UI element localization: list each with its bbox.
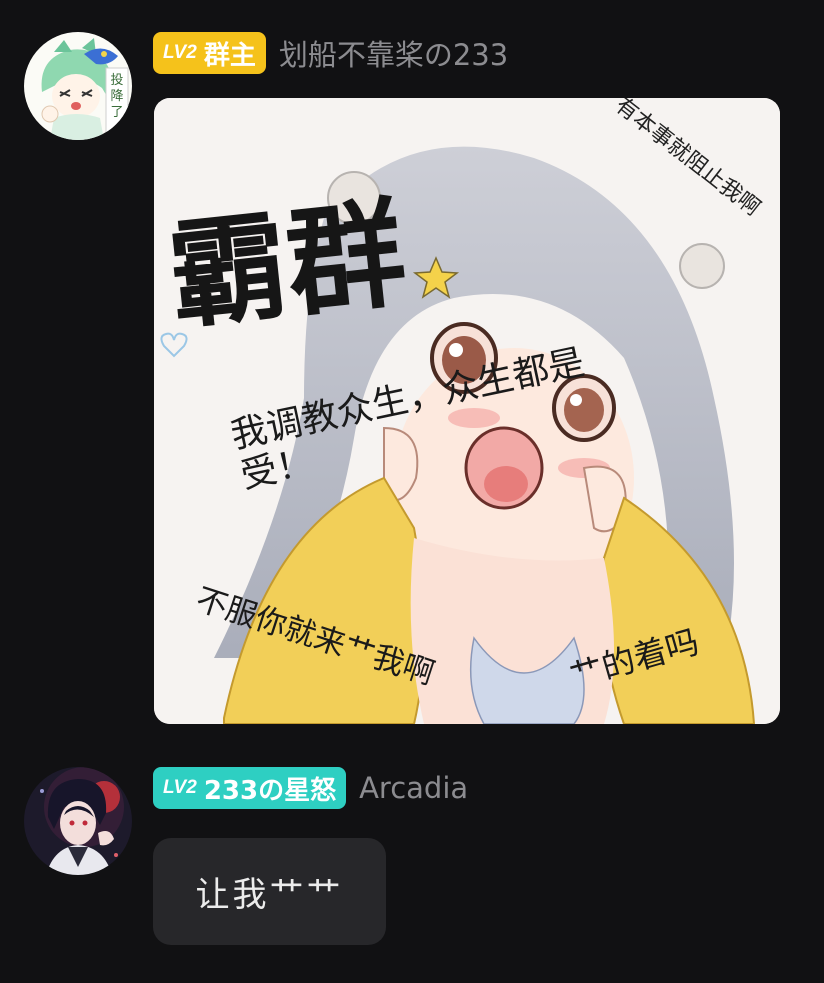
message-bubble[interactable]: 让我艹艹 <box>153 838 386 945</box>
sticker-title: 霸群 <box>163 184 412 346</box>
message-text: 让我艹艹 <box>195 875 344 915</box>
message-header: LV2 233の星怒 Arcadia <box>153 767 468 809</box>
sticker-image[interactable]: 霸群 有本事就阻止我啊 我调教众生，众生都是 受！ 不服你就来艹我啊 艹的着吗 <box>154 98 780 724</box>
avatar[interactable] <box>24 767 132 875</box>
svg-text:降: 降 <box>110 89 123 104</box>
message-header: LV2 群主 划船不靠桨の233 <box>153 32 508 74</box>
member-title-badge: LV2 233の星怒 <box>153 767 347 809</box>
dark-anime-boy-avatar-icon <box>24 767 132 875</box>
level-label: LV2 <box>163 42 197 63</box>
owner-badge: LV2 群主 <box>153 32 266 74</box>
avatar[interactable]: 投 降 了 <box>24 32 132 140</box>
message-item: 投 降 了 LV2 群主 划船不靠桨の233 霸群 有本事就阻止我啊 我调教众生… <box>0 0 824 740</box>
chibi-girl-avatar-icon: 投 降 了 <box>24 32 132 140</box>
role-label: 233の星怒 <box>203 775 337 806</box>
chat-view: 投 降 了 LV2 群主 划船不靠桨の233 霸群 有本事就阻止我啊 我调教众生… <box>0 0 824 983</box>
role-label: 群主 <box>203 40 256 71</box>
svg-text:了: 了 <box>110 105 123 120</box>
anime-girl-sticker-icon: 霸群 有本事就阻止我啊 我调教众生，众生都是 受！ 不服你就来艹我啊 艹的着吗 <box>154 98 780 724</box>
message-item: LV2 233の星怒 Arcadia 让我艹艹 <box>0 740 824 983</box>
sender-nickname[interactable]: Arcadia <box>359 771 468 805</box>
svg-text:投: 投 <box>110 72 123 88</box>
sender-nickname[interactable]: 划船不靠桨の233 <box>279 32 508 74</box>
level-label: LV2 <box>163 777 197 798</box>
